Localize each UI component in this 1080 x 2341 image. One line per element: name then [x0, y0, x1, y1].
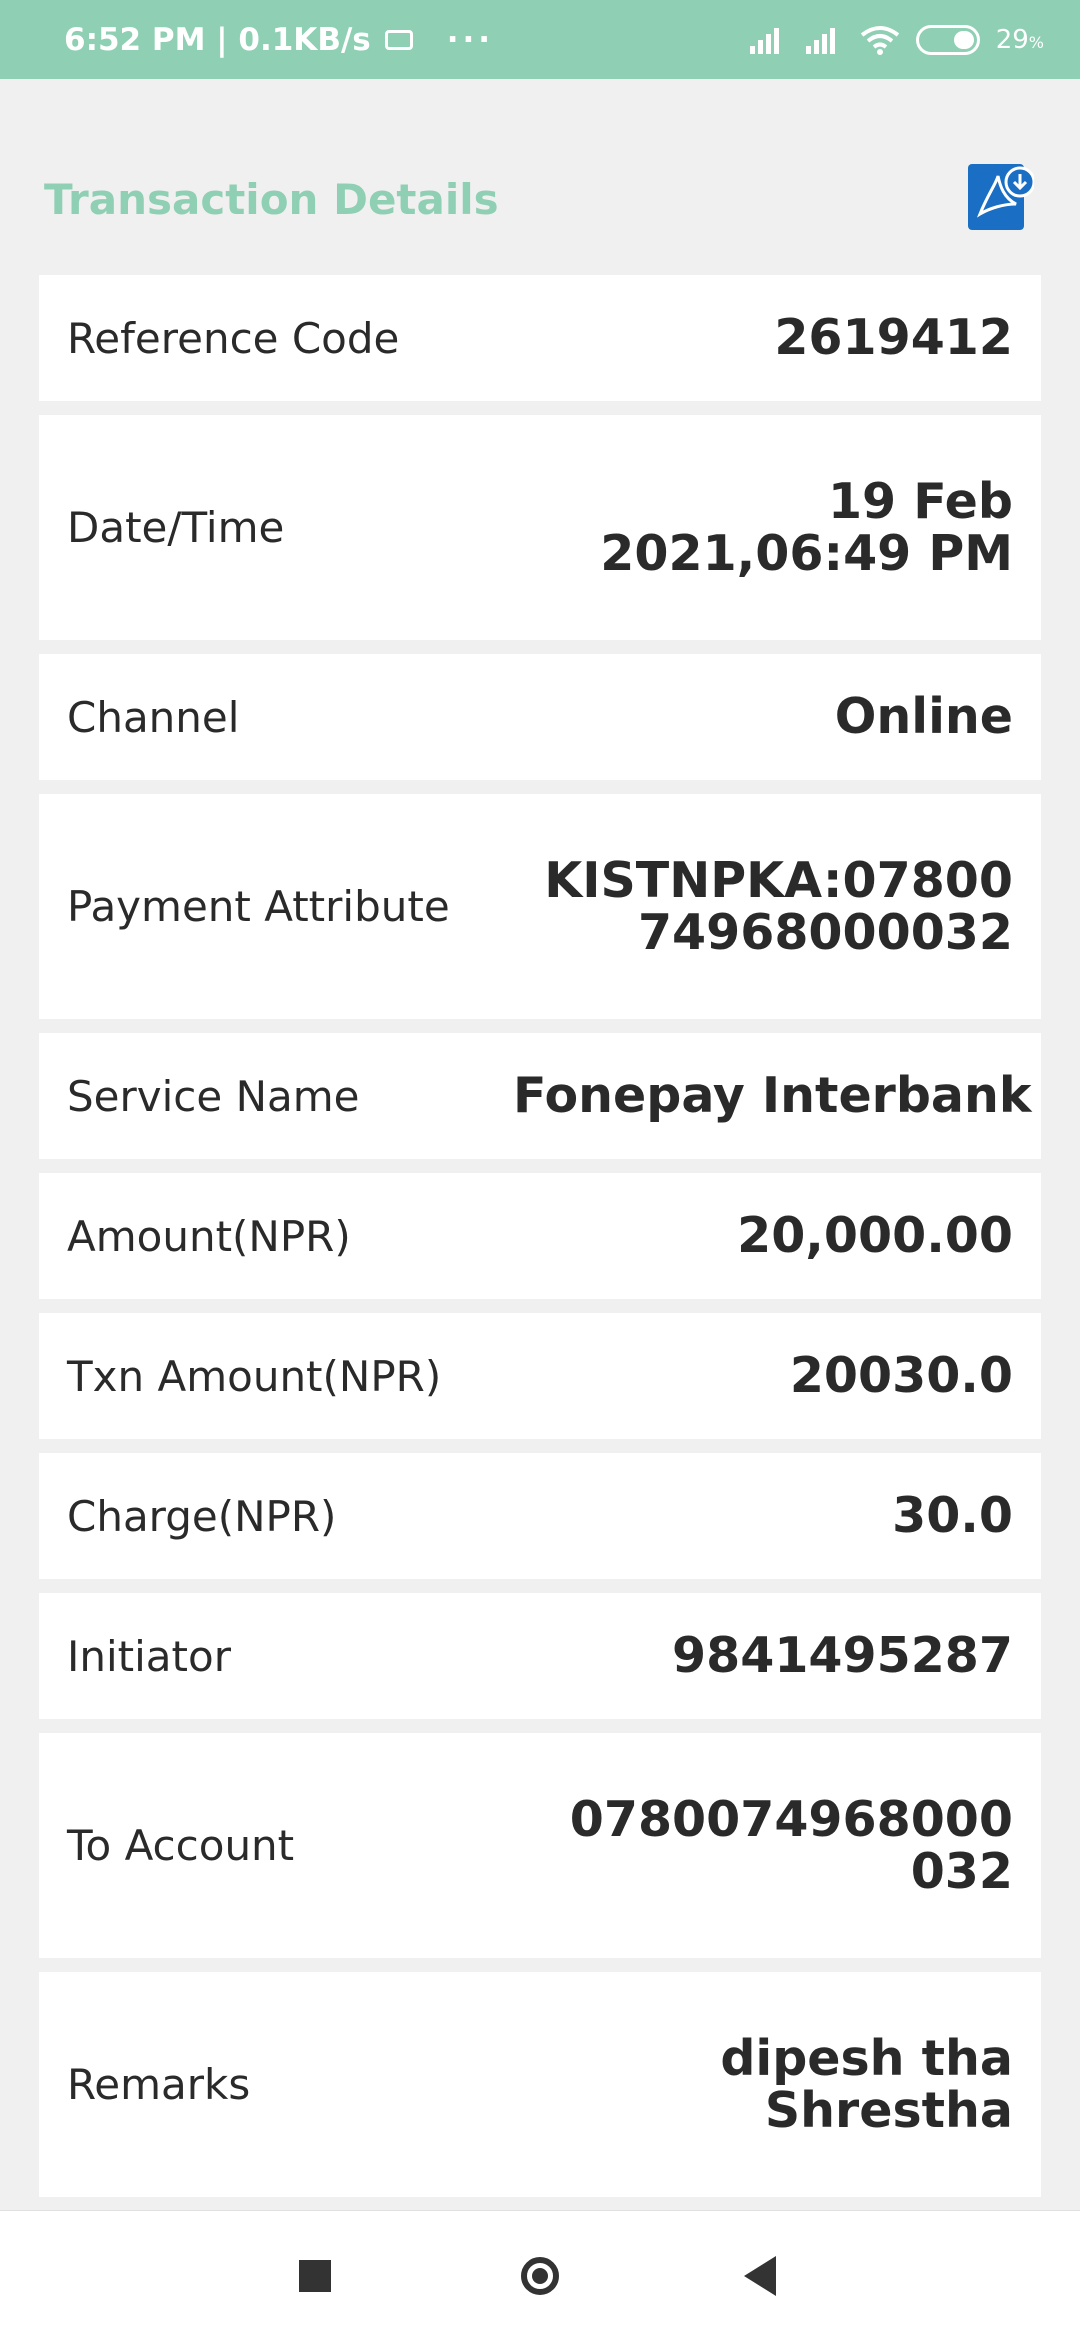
- detail-label: Channel: [67, 692, 240, 742]
- detail-row-reference-code: Reference Code 2619412: [39, 275, 1041, 401]
- battery-percent: 29%: [996, 25, 1044, 55]
- wifi-icon: [860, 25, 899, 55]
- signal-icon-2: [805, 27, 835, 54]
- detail-label: Remarks: [67, 2060, 251, 2109]
- detail-value: 20030.0: [789, 1347, 1013, 1404]
- status-time-speed: 6:52 PM | 0.1KB/s: [64, 21, 371, 58]
- detail-label: Reference Code: [67, 313, 400, 363]
- triangle-back-icon: [744, 2256, 776, 2296]
- detail-label: Charge(NPR): [67, 1491, 337, 1541]
- detail-label: Payment Attribute: [67, 882, 450, 931]
- detail-row-initiator: Initiator 9841495287: [39, 1593, 1041, 1719]
- home-button[interactable]: [495, 2211, 585, 2341]
- recents-button[interactable]: [270, 2211, 360, 2341]
- status-bar: 6:52 PM | 0.1KB/s ··· 29%: [0, 0, 1080, 79]
- detail-row-charge: Charge(NPR) 30.0: [39, 1453, 1041, 1579]
- detail-value: 2619412: [774, 309, 1013, 366]
- detail-row-channel: Channel Online: [39, 654, 1041, 780]
- detail-value: dipesh tha Shrestha: [720, 2029, 1013, 2139]
- back-button[interactable]: [715, 2211, 805, 2341]
- detail-value: KISTNPKA:0780074968000032: [544, 851, 1013, 961]
- detail-row-date-time: Date/Time 19 Feb 2021,06:49 PM: [39, 415, 1041, 640]
- detail-label: Amount(NPR): [67, 1211, 351, 1261]
- detail-value: 9841495287: [672, 1627, 1013, 1684]
- detail-label: To Account: [67, 1821, 295, 1870]
- detail-value: Online: [834, 688, 1013, 745]
- detail-value: 19 Feb 2021,06:49 PM: [600, 472, 1013, 582]
- detail-label: Date/Time: [67, 503, 285, 552]
- detail-row-amount: Amount(NPR) 20,000.00: [39, 1173, 1041, 1299]
- detail-value: Fonepay Interbank: [513, 1067, 1032, 1124]
- signal-icon: [749, 27, 779, 54]
- detail-label: Initiator: [67, 1631, 231, 1681]
- detail-label: Service Name: [67, 1071, 360, 1121]
- detail-value: 20,000.00: [737, 1207, 1013, 1264]
- detail-row-remarks: Remarks dipesh tha Shrestha: [39, 1972, 1041, 2197]
- detail-row-payment-attribute: Payment Attribute KISTNPKA:0780074968000…: [39, 794, 1041, 1019]
- battery-icon: [915, 24, 980, 55]
- detail-value: 30.0: [892, 1487, 1013, 1544]
- screen-record-icon: [384, 29, 413, 50]
- page-title: Transaction Details: [44, 175, 499, 224]
- detail-row-service-name: Service Name Fonepay Interbank: [39, 1033, 1041, 1159]
- circle-icon: [521, 2257, 559, 2295]
- square-icon: [299, 2260, 331, 2292]
- header: Transaction Details: [0, 79, 1080, 269]
- pdf-download-icon[interactable]: [968, 164, 1034, 230]
- navigation-bar: [0, 2210, 1080, 2341]
- detail-label: Txn Amount(NPR): [67, 1351, 442, 1401]
- detail-row-to-account: To Account 0780074968000032: [39, 1733, 1041, 1958]
- status-right: 29%: [748, 24, 1044, 55]
- detail-row-txn-amount: Txn Amount(NPR) 20030.0: [39, 1313, 1041, 1439]
- detail-value: 0780074968000032: [569, 1790, 1013, 1900]
- status-left: 6:52 PM | 0.1KB/s ···: [64, 22, 494, 58]
- battery-value: 29: [995, 24, 1029, 55]
- battery-unit: %: [1028, 32, 1044, 52]
- more-notifications-icon: ···: [446, 21, 495, 58]
- details-list: Reference Code 2619412 Date/Time 19 Feb …: [39, 275, 1041, 2211]
